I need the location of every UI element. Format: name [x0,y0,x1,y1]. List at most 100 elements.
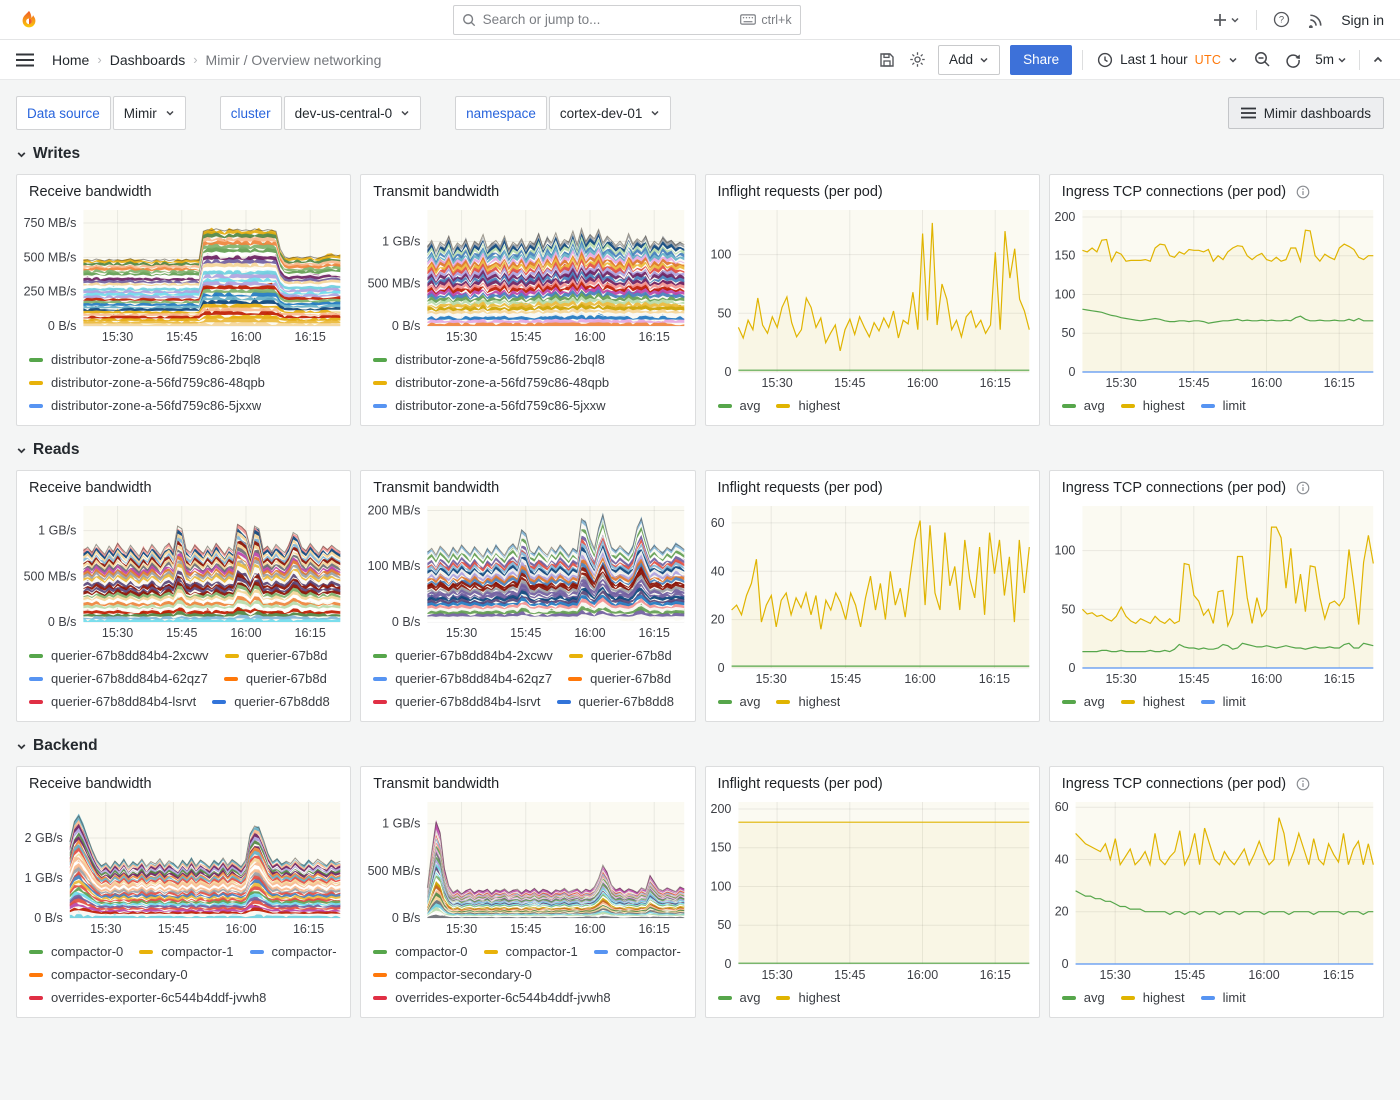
legend-item[interactable]: distributor-zone-a-56fd759c86-48qpb [29,375,265,390]
legend-item[interactable]: avg [1062,398,1105,413]
panel-chart[interactable]: 15:3015:4516:0016:15100500 [1050,498,1383,688]
panel-chart[interactable]: 15:3015:4516:0016:151 GB/s500 MB/s0 B/s [17,498,350,642]
legend-item[interactable]: distributor-zone-a-56fd759c86-2bql8 [29,352,261,367]
refresh-interval-picker[interactable]: 5m [1313,50,1349,69]
panel-chart[interactable]: 15:3015:4516:0016:151 GB/s500 MB/s0 B/s [361,794,694,938]
legend-item[interactable]: highest [1121,398,1185,413]
legend-item[interactable]: avg [1062,694,1105,709]
breadcrumb-home[interactable]: Home [52,52,89,68]
legend-item[interactable]: querier-67b8d [224,671,338,686]
panel-title[interactable]: Ingress TCP connections (per pod) [1062,480,1286,496]
legend-item[interactable]: avg [1062,990,1105,1005]
legend-item[interactable]: avg [718,398,761,413]
panel-title[interactable]: Inflight requests (per pod) [718,776,883,792]
panel-title[interactable]: Receive bandwidth [29,480,152,496]
legend-item[interactable]: avg [718,990,761,1005]
legend-item[interactable]: distributor-zone-a-56fd759c86-2bql8 [373,352,605,367]
legend-item[interactable]: compactor- [594,944,681,959]
variable-value-datasource[interactable]: Mimir [113,96,186,130]
legend-item[interactable]: querier-67b8dd8 [212,694,338,709]
panel-title[interactable]: Ingress TCP connections (per pod) [1062,184,1286,200]
panel-chart[interactable]: 15:3015:4516:0016:156040200 [706,498,1039,688]
panel-chart[interactable]: 15:3015:4516:0016:15200150100500 [1050,202,1383,392]
legend-item[interactable]: querier-67b8dd84b4-62qz7 [29,671,208,686]
svg-text:16:15: 16:15 [979,376,1010,390]
legend-item[interactable]: compactor-secondary-0 [29,967,188,982]
refresh-button[interactable] [1283,50,1303,70]
info-icon[interactable] [1296,777,1310,791]
legend-item[interactable]: querier-67b8dd84b4-2xcwv [373,648,553,663]
section-header-writes[interactable]: Writes [16,143,1384,165]
dashboard-settings-button[interactable] [907,49,928,70]
variable-value-namespace[interactable]: cortex-dev-01 [549,96,672,130]
svg-text:0: 0 [717,661,724,675]
legend-item[interactable]: querier-67b8dd84b4-62qz7 [373,671,552,686]
zoom-out-button[interactable] [1252,49,1273,70]
legend-item[interactable]: querier-67b8dd84b4-2xcwv [29,648,209,663]
collapse-toolbar-button[interactable] [1370,52,1386,68]
search-input[interactable]: Search or jump to... ctrl+k [453,5,801,35]
section-title: Reads [33,441,80,459]
legend-item[interactable]: compactor-secondary-0 [373,967,532,982]
legend-item[interactable]: limit [1201,398,1246,413]
legend-item[interactable]: highest [776,990,840,1005]
legend-item[interactable]: limit [1201,694,1246,709]
panel-chart[interactable]: 15:3015:4516:0016:15750 MB/s500 MB/s250 … [17,202,350,346]
grafana-logo[interactable] [16,7,42,33]
sign-in-link[interactable]: Sign in [1341,12,1384,28]
help-button[interactable]: ? [1271,9,1292,30]
section-header-backend[interactable]: Backend [16,735,1384,757]
breadcrumb-dashboards[interactable]: Dashboards [110,52,186,68]
legend-item[interactable]: highest [776,694,840,709]
panel-title[interactable]: Inflight requests (per pod) [718,480,883,496]
legend-item[interactable]: distributor-zone-a-56fd759c86-5jxxw [373,398,605,413]
section-header-reads[interactable]: Reads [16,439,1384,461]
legend-item[interactable]: querier-67b8dd84b4-lsrvt [373,694,540,709]
panel-chart[interactable]: 15:3015:4516:0016:152 GB/s1 GB/s0 B/s [17,794,350,938]
legend-item[interactable]: querier-67b8d [569,648,683,663]
legend-item[interactable]: limit [1201,990,1246,1005]
panel-chart[interactable]: 15:3015:4516:0016:15200150100500 [706,794,1039,984]
legend-item[interactable]: avg [718,694,761,709]
legend-item[interactable]: querier-67b8d [225,648,339,663]
mimir-dashboards-button[interactable]: Mimir dashboards [1228,97,1384,129]
legend-item[interactable]: compactor-1 [484,944,578,959]
share-button[interactable]: Share [1010,45,1072,75]
legend-item[interactable]: compactor-0 [29,944,123,959]
menu-toggle-button[interactable] [14,51,36,69]
save-dashboard-button[interactable] [877,50,897,70]
new-button[interactable] [1211,11,1242,29]
legend-item[interactable]: querier-67b8d [568,671,682,686]
legend-item[interactable]: highest [776,398,840,413]
legend-item[interactable]: querier-67b8dd84b4-lsrvt [29,694,196,709]
panel-chart[interactable]: 15:3015:4516:0016:15100500 [706,202,1039,392]
legend-item[interactable]: compactor-1 [139,944,233,959]
legend-item[interactable]: compactor-0 [373,944,467,959]
legend-item[interactable]: distributor-zone-a-56fd759c86-5jxxw [29,398,261,413]
info-icon[interactable] [1296,185,1310,199]
panel-title[interactable]: Receive bandwidth [29,184,152,200]
panel-title[interactable]: Receive bandwidth [29,776,152,792]
news-button[interactable] [1306,9,1327,30]
legend-item[interactable]: compactor- [250,944,337,959]
variable-value-cluster[interactable]: dev-us-central-0 [284,96,422,130]
legend-item[interactable]: distributor-zone-a-56fd759c86-48qpb [373,375,609,390]
legend-item[interactable]: overrides-exporter-6c544b4ddf-jvwh8 [29,990,266,1005]
dashboard-body: Writes Receive bandwidth 15:3015:4516:0016… [0,143,1400,1018]
panel-title[interactable]: Transmit bandwidth [373,480,499,496]
legend-item[interactable]: highest [1121,694,1185,709]
panel-title[interactable]: Transmit bandwidth [373,776,499,792]
time-range-picker[interactable]: Last 1 hour UTC [1093,52,1242,68]
legend-item[interactable]: overrides-exporter-6c544b4ddf-jvwh8 [373,990,610,1005]
panel-chart[interactable]: 15:3015:4516:0016:151 GB/s500 MB/s0 B/s [361,202,694,346]
chevron-down-icon [400,108,410,118]
legend-item[interactable]: highest [1121,990,1185,1005]
panel-title[interactable]: Ingress TCP connections (per pod) [1062,776,1286,792]
info-icon[interactable] [1296,481,1310,495]
panel-title[interactable]: Inflight requests (per pod) [718,184,883,200]
panel-chart[interactable]: 15:3015:4516:0016:156040200 [1050,794,1383,984]
legend-item[interactable]: querier-67b8dd8 [557,694,683,709]
panel-title[interactable]: Transmit bandwidth [373,184,499,200]
add-button[interactable]: Add [938,45,1000,75]
panel-chart[interactable]: 15:3015:4516:0016:15200 MB/s100 MB/s0 B/… [361,498,694,642]
